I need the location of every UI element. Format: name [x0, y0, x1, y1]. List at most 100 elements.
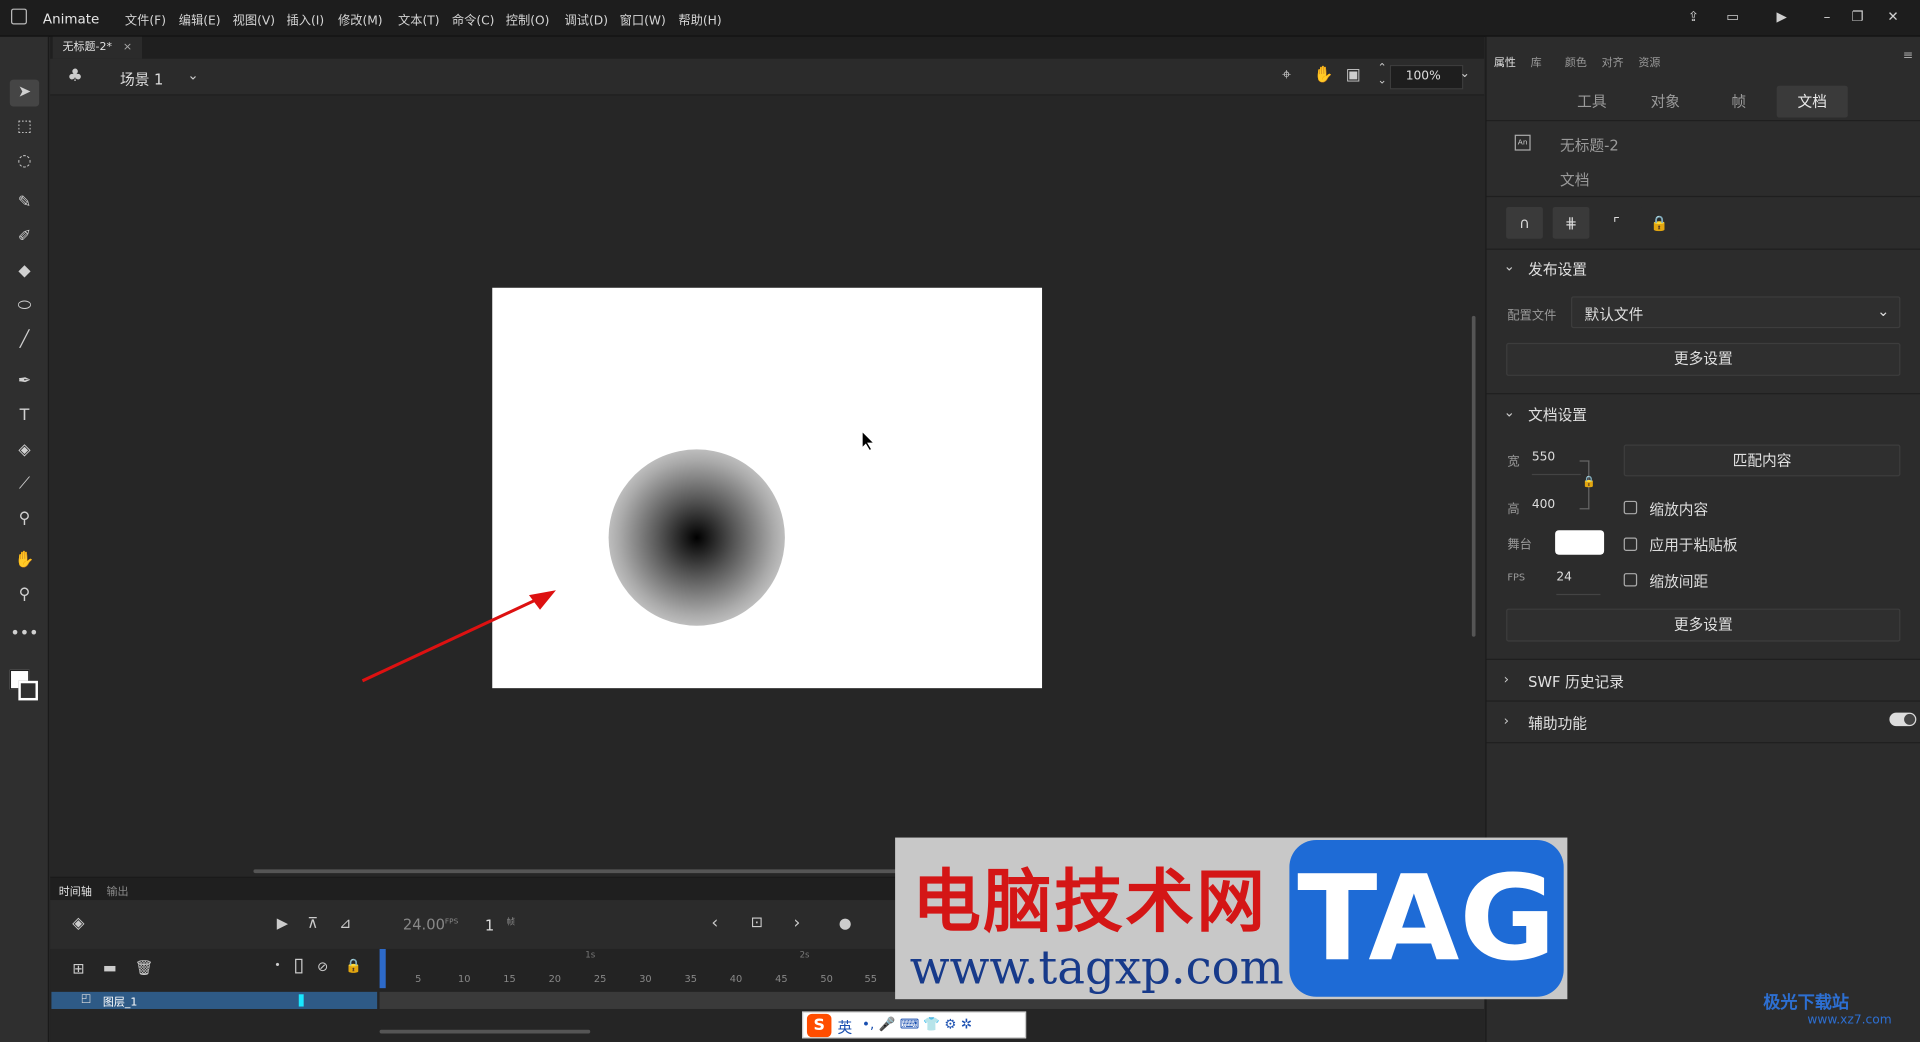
paint-brush-tool-icon[interactable]: ✎	[10, 190, 39, 217]
ime-mode-label[interactable]: 英	[838, 1016, 853, 1037]
subtab-tool[interactable]: 工具	[1558, 86, 1627, 118]
tab-align[interactable]: 对齐	[1602, 54, 1624, 70]
chevron-down-icon[interactable]: ⌄	[1504, 258, 1515, 274]
zoom-tool-icon[interactable]: ⚲	[10, 582, 39, 609]
ime-toolbar[interactable]: S 英 •, 🎤 ⌨ 👕 ⚙ ✲	[802, 1011, 1027, 1039]
eyedropper-tool-icon[interactable]: ⟋	[10, 471, 39, 498]
zoom-input[interactable]: 100%	[1389, 64, 1464, 90]
oval-tool-icon[interactable]: ⬭	[10, 293, 39, 320]
hand-tool-icon[interactable]: ✋	[10, 547, 39, 574]
layer-color-marker[interactable]	[298, 994, 304, 1007]
selection-tool-icon[interactable]: ➤	[9, 79, 40, 107]
tab-close-icon[interactable]: ×	[123, 42, 132, 54]
camera-icon[interactable]: ▶	[277, 915, 288, 932]
ime-tools-icon[interactable]: •, 🎤 ⌨ 👕 ⚙ ✲	[862, 1016, 972, 1032]
rotate-stage-icon[interactable]: ✋	[1314, 66, 1334, 84]
layer-row[interactable]: ◰ 图层_1	[51, 991, 378, 1009]
stroke-color-swatch[interactable]	[18, 680, 38, 701]
accessibility-title[interactable]: 辅助功能	[1528, 713, 1587, 734]
lock-icon[interactable]: 🔒	[1640, 206, 1678, 239]
pin-tool-icon[interactable]: ⚲	[10, 506, 39, 533]
menu-modify[interactable]: 修改(M)	[338, 10, 383, 28]
scene-dropdown-icon[interactable]: ⌄	[187, 67, 198, 83]
onion-skin-icon[interactable]: ●	[839, 915, 852, 932]
menu-text[interactable]: 文本(T)	[398, 10, 440, 28]
zoom-dropdown-icon[interactable]: ⌄	[1460, 67, 1470, 80]
document-more-settings-button[interactable]: 更多设置	[1506, 608, 1901, 642]
stage-color-swatch[interactable]	[1555, 530, 1605, 555]
insert-keyframe-icon[interactable]: ⊡	[751, 913, 763, 930]
tab-properties[interactable]: 属性	[1494, 54, 1516, 70]
chevron-down-icon[interactable]: ⌄	[1504, 404, 1515, 420]
menu-debug[interactable]: 调试(D)	[564, 10, 607, 28]
menu-edit[interactable]: 编辑(E)	[179, 10, 221, 28]
chevron-right-icon[interactable]: ›	[1504, 671, 1509, 687]
test-movie-icon[interactable]: ▶	[1767, 5, 1796, 29]
fps-display[interactable]: 24.00FPS	[403, 916, 458, 933]
tab-library[interactable]: 库	[1531, 54, 1542, 70]
fps-field[interactable]: 24	[1556, 571, 1601, 596]
visibility-icon[interactable]: ⊘	[317, 959, 328, 975]
delete-layer-icon[interactable]: 🗑	[135, 959, 154, 976]
width-field[interactable]: 550	[1531, 451, 1581, 476]
chevron-right-icon[interactable]: ›	[1504, 713, 1509, 729]
layer-parenting-icon[interactable]: ⊼	[307, 915, 318, 932]
lock-icon[interactable]: 🔒	[1582, 476, 1596, 488]
frame-icon[interactable]: ⌜	[1597, 206, 1635, 239]
layer-name[interactable]: 图层_1	[103, 993, 138, 1009]
layers-icon[interactable]: ◈	[72, 915, 84, 933]
lasso-tool-icon[interactable]: ◌	[10, 148, 39, 175]
menu-control[interactable]: 控制(O)	[506, 10, 550, 28]
profile-select[interactable]: 默认文件 ⌄	[1571, 296, 1901, 329]
tab-assets[interactable]: 资源	[1638, 54, 1660, 70]
brush-tool-icon[interactable]: ✐	[10, 224, 39, 251]
graph-icon[interactable]: ⊿	[339, 915, 351, 932]
scale-content-checkbox[interactable]	[1623, 500, 1638, 515]
highlight-dot-icon[interactable]: •	[274, 960, 281, 972]
scene-name[interactable]: 场景 1	[120, 69, 163, 90]
text-tool-icon[interactable]: T	[10, 403, 39, 430]
menu-file[interactable]: 文件(F)	[125, 10, 166, 28]
stage[interactable]	[492, 287, 1043, 689]
prev-keyframe-icon[interactable]: ‹	[711, 913, 718, 933]
radial-gradient-circle[interactable]	[608, 449, 785, 626]
new-layer-icon[interactable]: ⊞	[72, 960, 84, 977]
height-field[interactable]: 400	[1532, 498, 1581, 511]
lock-all-icon[interactable]: 🔒	[345, 958, 362, 974]
match-content-button[interactable]: 匹配内容	[1623, 444, 1901, 477]
scale-spacing-checkbox[interactable]	[1623, 573, 1638, 587]
vertical-scrollbar[interactable]	[1471, 315, 1476, 637]
tab-output[interactable]: 输出	[107, 883, 129, 899]
paint-bucket-tool-icon[interactable]: ◈	[10, 437, 39, 464]
menu-help[interactable]: 帮助(H)	[678, 10, 721, 28]
workspace-icon[interactable]: ▭	[1718, 5, 1747, 29]
menu-window[interactable]: 窗口(W)	[620, 10, 666, 28]
subtab-frame[interactable]: 帧	[1705, 86, 1774, 118]
document-tab[interactable]: 无标题-2* ×	[52, 36, 142, 59]
panel-menu-icon[interactable]: ≡	[1903, 49, 1913, 62]
playhead[interactable]	[379, 948, 386, 989]
tab-color[interactable]: 颜色	[1565, 54, 1587, 70]
menu-view[interactable]: 视图(V)	[233, 10, 275, 28]
center-stage-icon[interactable]: ⌖	[1282, 66, 1291, 84]
close-icon[interactable]: ✕	[1878, 5, 1907, 29]
next-keyframe-icon[interactable]: ›	[793, 913, 800, 933]
free-transform-tool-icon[interactable]: ⬚	[10, 114, 39, 141]
eraser-tool-icon[interactable]: ◆	[10, 258, 39, 285]
publish-more-settings-button[interactable]: 更多设置	[1506, 342, 1901, 376]
line-tool-icon[interactable]: ╱	[10, 327, 39, 354]
accessibility-toggle[interactable]	[1889, 712, 1917, 727]
subtab-document[interactable]: 文档	[1776, 85, 1848, 118]
restore-icon[interactable]: ❐	[1843, 5, 1872, 29]
horizontal-scrollbar[interactable]	[253, 869, 940, 874]
publish-settings-title[interactable]: 发布设置	[1528, 258, 1587, 279]
advanced-layers-icon[interactable]: ⋕	[1552, 206, 1590, 239]
new-folder-icon[interactable]: ▬	[103, 959, 117, 976]
swf-history-title[interactable]: SWF 历史记录	[1528, 671, 1624, 692]
current-frame[interactable]: 1帧	[485, 916, 515, 934]
menu-commands[interactable]: 命令(C)	[452, 10, 495, 28]
document-settings-title[interactable]: 文档设置	[1528, 404, 1587, 425]
tab-timeline[interactable]: 时间轴	[59, 883, 92, 899]
share-icon[interactable]: ⇪	[1679, 5, 1708, 29]
more-tools-icon[interactable]: •••	[10, 621, 39, 648]
